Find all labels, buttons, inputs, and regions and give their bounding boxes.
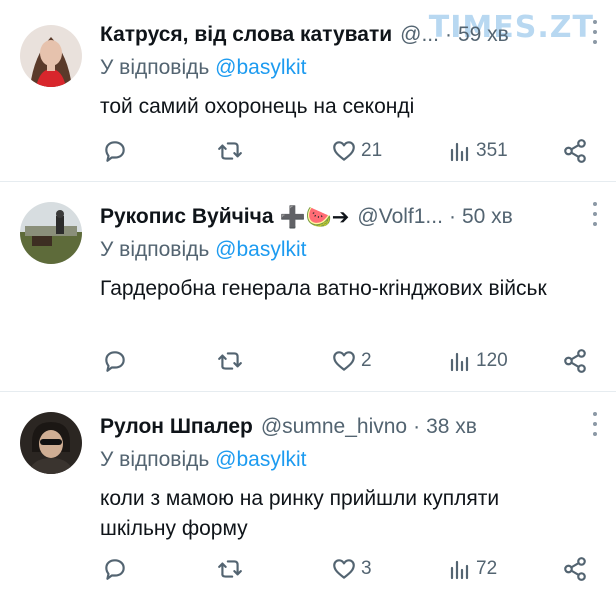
separator-dot: · — [448, 205, 456, 228]
reply-icon — [105, 351, 125, 372]
reply-icon — [105, 559, 125, 580]
avatar[interactable] — [20, 412, 82, 474]
avatar[interactable] — [20, 202, 82, 264]
heart-icon — [333, 559, 355, 579]
heart-icon — [333, 351, 355, 371]
share-icon — [564, 349, 586, 373]
tweet-text: Гардеробна генерала ватно-кrінджових вій… — [100, 277, 547, 300]
reply-mention-link[interactable]: @basylkit — [215, 56, 306, 79]
tweet-header: Рукопис Вуйчіча ➕🍉➔ @Volf1... · 50 хв — [100, 202, 594, 232]
tweet-reply-3[interactable]: Рулон Шпалер @sumne_hivno · 38 хв У відп… — [0, 392, 616, 600]
more-dots-icon[interactable] — [592, 20, 598, 44]
timestamp[interactable]: 38 хв — [426, 415, 477, 439]
reply-prefix: У відповідь — [100, 56, 210, 79]
user-handle[interactable]: @Volf1... — [357, 205, 443, 229]
views-button[interactable]: 120 — [448, 348, 508, 374]
action-bar: 2 120 — [100, 346, 588, 376]
reply-prefix: У відповідь — [100, 448, 210, 471]
user-handle[interactable]: @... — [400, 23, 439, 47]
name-emoji: ➕🍉➔ — [279, 205, 350, 229]
retweet-icon — [218, 142, 242, 160]
retweet-button[interactable] — [216, 138, 244, 164]
timestamp[interactable]: 50 хв — [462, 205, 513, 229]
like-button[interactable]: 21 — [331, 138, 382, 164]
retweet-icon — [218, 352, 242, 370]
heart-icon — [333, 141, 355, 161]
like-count: 21 — [361, 140, 383, 161]
views-icon — [450, 560, 469, 580]
like-button[interactable]: 3 — [331, 556, 372, 582]
view-count: 351 — [476, 140, 508, 161]
tweet-header: Рулон Шпалер @sumne_hivno · 38 хв — [100, 412, 594, 442]
views-icon — [450, 352, 469, 372]
separator-dot: · — [444, 23, 452, 46]
view-count: 120 — [476, 350, 508, 371]
share-icon — [564, 557, 586, 581]
retweet-button[interactable] — [216, 556, 244, 582]
action-bar: 3 72 — [100, 554, 588, 584]
views-button[interactable]: 72 — [448, 556, 497, 582]
separator-dot: · — [413, 415, 421, 438]
views-button[interactable]: 351 — [448, 138, 508, 164]
more-dots-icon[interactable] — [592, 202, 598, 226]
share-button[interactable] — [562, 138, 588, 164]
retweet-icon — [218, 560, 242, 578]
reply-icon — [105, 141, 125, 162]
share-button[interactable] — [562, 556, 588, 582]
reply-button[interactable] — [102, 556, 128, 582]
reply-context: У відповідь @basylkit — [100, 448, 307, 472]
avatar[interactable] — [20, 25, 82, 87]
reply-context: У відповідь @basylkit — [100, 238, 307, 262]
reply-context: У відповідь @basylkit — [100, 56, 307, 80]
action-bar: 21 351 — [100, 136, 588, 166]
display-name[interactable]: Рукопис Вуйчіча — [100, 205, 274, 229]
reply-mention-link[interactable]: @basylkit — [215, 238, 306, 261]
timestamp[interactable]: 59 хв — [458, 23, 509, 47]
view-count: 72 — [476, 558, 498, 579]
display-name[interactable]: Катруся, від слова катувати — [100, 23, 392, 47]
tweet-header: Катруся, від слова катувати @... · 59 хв — [100, 20, 594, 50]
tweet-text: той самий охоронець на секонді — [100, 95, 415, 118]
tweet-reply-1[interactable]: Катруся, від слова катувати @... · 59 хв… — [0, 0, 616, 182]
tweet-text: коли з мамою на ринку прийшли купляти шк… — [100, 487, 500, 540]
like-count: 3 — [361, 558, 372, 579]
share-button[interactable] — [562, 348, 588, 374]
reply-mention-link[interactable]: @basylkit — [215, 448, 306, 471]
share-icon — [564, 139, 586, 163]
reply-button[interactable] — [102, 138, 128, 164]
reply-prefix: У відповідь — [100, 238, 210, 261]
user-handle[interactable]: @sumne_hivno — [261, 415, 407, 439]
more-dots-icon[interactable] — [592, 412, 598, 436]
views-icon — [450, 142, 469, 162]
like-count: 2 — [361, 350, 372, 371]
retweet-button[interactable] — [216, 348, 244, 374]
tweet-reply-2[interactable]: Рукопис Вуйчіча ➕🍉➔ @Volf1... · 50 хв У … — [0, 182, 616, 392]
display-name[interactable]: Рулон Шпалер — [100, 415, 253, 439]
reply-button[interactable] — [102, 348, 128, 374]
like-button[interactable]: 2 — [331, 348, 372, 374]
